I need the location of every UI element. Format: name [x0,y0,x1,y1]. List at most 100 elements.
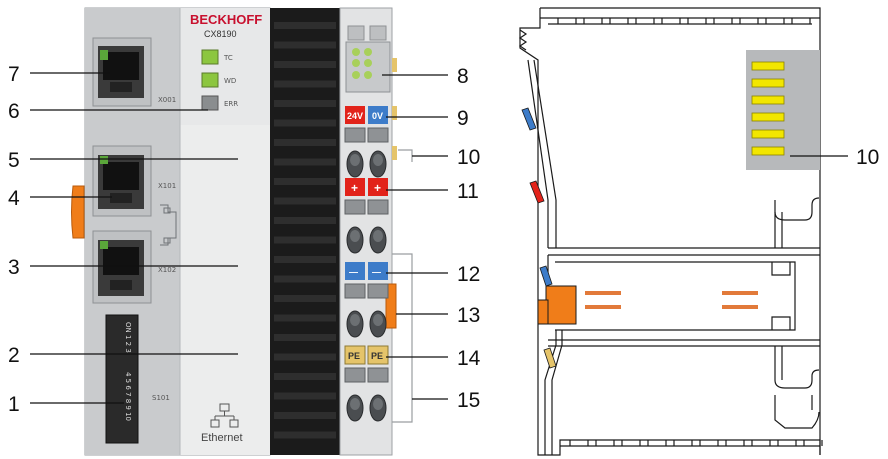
housing-comb-tooth [765,18,785,24]
contact-spring [751,129,785,139]
rj45-port-x101 [92,145,152,217]
fin-groove [274,139,336,146]
housing-comb-tooth [595,440,615,446]
callout-9: 9 [457,107,469,130]
wire-entry-highlight [373,230,383,242]
fin-groove [274,256,336,263]
release-slider-mark [585,291,621,295]
contact-spring [751,78,785,88]
callout-4: 4 [8,187,20,210]
fin-groove [274,119,336,127]
fin-groove [274,275,336,283]
fin-groove [274,197,336,205]
power-led-icon [364,71,372,79]
model-label: CX8190 [204,29,237,39]
housing-comb-tooth [687,18,707,24]
housing-comb-tooth [635,18,655,24]
hardware-diagram: BECKHOFF CX8190 TC WD ERR X001 X101 X102… [8,7,879,456]
callout-14: 14 [457,347,481,370]
clamp-release-slot [367,367,389,383]
red-marker-icon [529,180,545,204]
contact-spring [751,95,785,105]
callout-8: 8 [457,65,469,88]
contact-spring [751,112,785,122]
fin-groove [274,431,336,439]
housing-comb-tooth [713,18,733,24]
terminal-minus-label: — [349,267,358,277]
fin-groove [274,334,336,341]
power-led-icon [364,59,372,67]
clamp-release-slot [367,283,389,299]
terminal-pe-label: PE [348,351,360,361]
terminal-plus-label: + [374,181,381,195]
fin-groove [274,295,336,302]
fin-groove [274,314,336,322]
clamp-release-slot [344,367,366,383]
fin-groove [274,61,336,68]
terminal-minus-label: — [372,267,381,277]
callout-1: 1 [8,393,20,416]
port-label-s101: S101 [152,394,170,402]
right-callouts: 8 9 10 11 12 13 14 15 [382,65,481,412]
wire-entry-highlight [350,314,360,326]
fin-groove [274,412,336,419]
rj45-port-x102 [92,230,152,304]
wire-entry-highlight [373,314,383,326]
cx8190-front-view: BECKHOFF CX8190 TC WD ERR X001 X101 X102… [71,7,340,456]
release-tab-icon [71,185,85,239]
clamp-release-slot [344,127,366,143]
wire-entry-highlight [373,154,383,166]
port-label-x102: X102 [158,266,176,274]
wd-led-label: WD [224,77,236,85]
housing-comb-tooth [777,440,797,446]
fin-groove [274,217,336,224]
callout-3: 3 [8,256,20,279]
dip-switch-s101 [105,314,139,444]
contact-spring [751,146,785,156]
power-led-icon [364,48,372,56]
callout-10-side: 10 [856,146,879,169]
fin-groove [274,80,336,88]
ethernet-label: Ethernet [201,432,243,444]
housing-comb-tooth [569,440,589,446]
housing-comb-tooth [661,18,681,24]
clamp-release-slot [367,127,389,143]
callout-11: 11 [457,180,479,203]
clamp-release-slot [344,199,366,215]
wire-entry-highlight [350,154,360,166]
wire-entry-highlight [350,398,360,410]
tc-led-icon [201,49,219,65]
wd-led-icon [201,72,219,88]
power-led-icon [352,59,360,67]
callout-2: 2 [8,344,20,367]
housing-comb-tooth [739,18,759,24]
callout-6: 6 [8,100,20,123]
fin-groove [274,353,336,361]
callout-13: 13 [457,304,480,327]
fin-groove [274,236,336,244]
port-label-x001: X001 [158,96,176,104]
brand-logo: BECKHOFF [190,12,262,27]
fin-groove [274,41,336,49]
err-led-label: ERR [224,100,238,108]
housing-comb-tooth [791,18,811,24]
contact-spring [751,61,785,71]
port-label-x101: X101 [158,182,176,190]
housing-comb-tooth [725,440,745,446]
terminal-pe-label: PE [371,351,383,361]
clamp-release-slot [344,283,366,299]
cooling-fins [270,8,340,455]
terminal-0v-label: 0V [372,111,383,121]
err-led-icon [201,95,219,111]
callout-10: 10 [457,146,480,169]
housing-comb-tooth [673,440,693,446]
housing-comb-tooth [647,440,667,446]
housing-comb-tooth [699,440,719,446]
housing-comb-tooth [609,18,629,24]
blue-marker-icon [521,107,537,131]
power-led-icon [352,71,360,79]
clamp-release-slot [367,199,389,215]
terminal-plus-label: + [351,181,358,195]
wire-entry-highlight [350,230,360,242]
callout-15: 15 [457,389,480,412]
